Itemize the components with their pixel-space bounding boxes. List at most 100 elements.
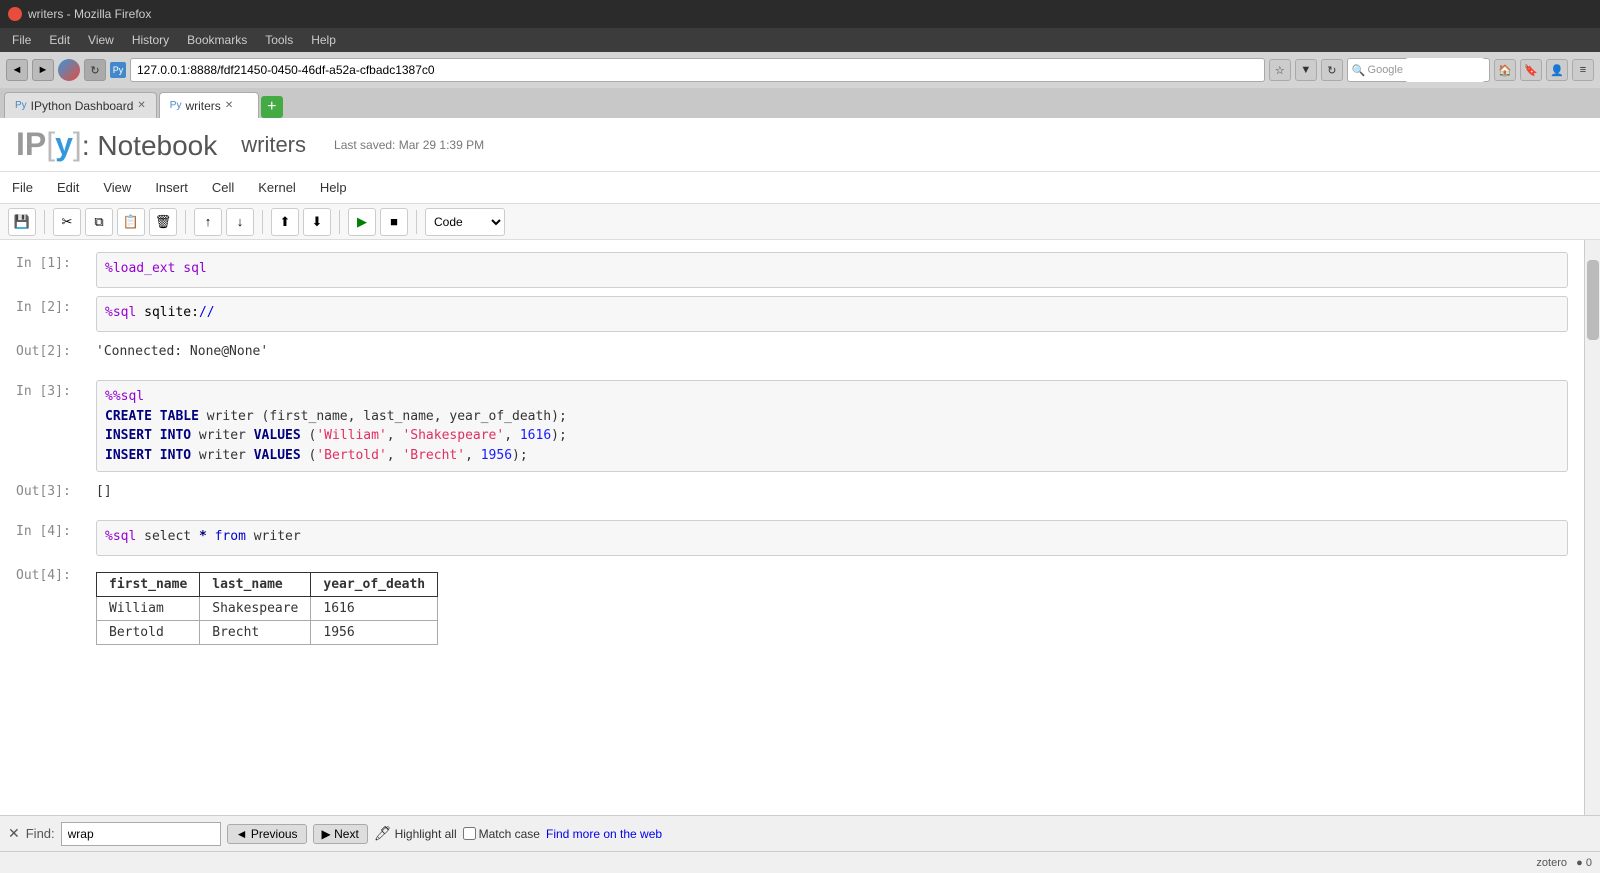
find-input[interactable] [61, 822, 221, 846]
stop-reload-button[interactable]: ↻ [84, 59, 106, 81]
cell3-s1: 'William' [316, 428, 386, 443]
nb-menu-cell[interactable]: Cell [200, 176, 246, 199]
col-yearofdeath: year_of_death [311, 573, 438, 597]
zotero-status: zotero ● 0 [1536, 857, 1592, 869]
cell3-c4: , [465, 448, 481, 463]
bookmark-list[interactable]: ▼ [1295, 59, 1317, 81]
cell3-values1: VALUES [254, 428, 301, 443]
menu-view[interactable]: View [80, 31, 122, 49]
cell2-url: // [199, 305, 215, 320]
insert-below-button[interactable]: ⬇ [303, 208, 331, 236]
highlight-all-button[interactable]: 🖊 Highlight all [374, 825, 457, 842]
interrupt-button[interactable]: ■ [380, 208, 408, 236]
cell3-create: CREATE TABLE [105, 409, 199, 424]
back-button[interactable]: ◄ [6, 59, 28, 81]
menu-history[interactable]: History [124, 31, 177, 49]
cell3-v1b: ); [551, 428, 567, 443]
menu-bookmarks[interactable]: Bookmarks [179, 31, 255, 49]
menu-file[interactable]: File [4, 31, 39, 49]
match-case-checkbox[interactable] [463, 827, 476, 840]
move-down-button[interactable]: ↓ [226, 208, 254, 236]
cell-label-out3: Out[3]: [16, 480, 96, 499]
cell-input-4[interactable]: %sql select * from writer [96, 520, 1568, 556]
tab-close-dashboard[interactable]: ✕ [137, 100, 145, 111]
cell-row-out2: Out[2]: 'Connected: None@None' [0, 336, 1584, 376]
cell1-magic: %load_ext sql [105, 261, 207, 276]
nb-menu-file[interactable]: File [0, 176, 45, 199]
insert-above-button[interactable]: ⬆ [271, 208, 299, 236]
cell-row-4: In [4]: %sql select * from writer [0, 516, 1584, 560]
title-bar: writers - Mozilla Firefox [0, 0, 1600, 28]
toolbar-icon-2[interactable]: 👤 [1546, 59, 1568, 81]
cell3-n1: 1616 [520, 428, 551, 443]
menu-tools[interactable]: Tools [257, 31, 301, 49]
cell-type-select[interactable]: Code [425, 208, 505, 236]
cell-row-1: In [1]: %load_ext sql [0, 248, 1584, 292]
nb-menu-edit[interactable]: Edit [45, 176, 91, 199]
notebook-menu: File Edit View Insert Cell Kernel Help [0, 172, 1600, 204]
forward-button[interactable]: ► [32, 59, 54, 81]
window-close-button[interactable] [8, 7, 22, 21]
cell3-tbl: writer (first_name, last_name, year_of_d… [207, 409, 567, 424]
find-next-button[interactable]: ▶ Next [313, 824, 368, 844]
move-up-button[interactable]: ↑ [194, 208, 222, 236]
nb-menu-view[interactable]: View [91, 176, 143, 199]
paste-button[interactable]: 📋 [117, 208, 145, 236]
scroll-thumb[interactable] [1587, 260, 1599, 340]
col-lastname: last_name [200, 573, 311, 597]
copy-button[interactable]: ⧉ [85, 208, 113, 236]
find-previous-button[interactable]: ◄ Previous [227, 824, 307, 844]
notebook-logo: IP[y]: Notebook [16, 126, 217, 163]
td-firstname-2: Bertold [97, 621, 200, 645]
toolbar-icon-1[interactable]: 🔖 [1520, 59, 1542, 81]
run-button[interactable]: ▶ [348, 208, 376, 236]
table-row-1: William Shakespeare 1616 [97, 597, 438, 621]
cell4-from-kw: from [215, 529, 246, 544]
tab-writers[interactable]: Py writers ✕ [159, 92, 259, 118]
highlight-icon: 🖊 [374, 825, 392, 842]
more-button[interactable]: ≡ [1572, 59, 1594, 81]
td-lastname-2: Brecht [200, 621, 311, 645]
find-more-link[interactable]: Find more on the web [546, 827, 662, 841]
td-year-1: 1616 [311, 597, 438, 621]
cell2-space: sqlite: [144, 305, 199, 320]
notebook-toolbar: 💾 ✂ ⧉ 📋 🗑 ↑ ↓ ⬆ ⬇ ▶ ■ Code [0, 204, 1600, 240]
nb-menu-help[interactable]: Help [308, 176, 359, 199]
browser-search-input[interactable] [1405, 58, 1485, 82]
nb-menu-insert[interactable]: Insert [143, 176, 200, 199]
address-input[interactable] [130, 58, 1265, 82]
save-button[interactable]: 💾 [8, 208, 36, 236]
cell2-magic1: %sql [105, 305, 136, 320]
output-table: first_name last_name year_of_death Willi… [96, 572, 438, 645]
cell-input-2[interactable]: %sql sqlite:// [96, 296, 1568, 332]
match-case-label[interactable]: Match case [463, 827, 540, 841]
cell3-insert2: INSERT INTO [105, 448, 191, 463]
cell3-n2: 1956 [481, 448, 512, 463]
find-label: Find: [26, 826, 55, 841]
new-tab-button[interactable]: + [261, 96, 283, 118]
tab-dashboard[interactable]: Py IPython Dashboard ✕ [4, 92, 157, 118]
delete-button[interactable]: 🗑 [149, 208, 177, 236]
window-title: writers - Mozilla Firefox [28, 7, 151, 21]
td-year-2: 1956 [311, 621, 438, 645]
cell-input-3[interactable]: %%sql CREATE TABLE writer (first_name, l… [96, 380, 1568, 472]
cell-label-out4: Out[4]: [16, 564, 96, 583]
cell4-magic: %sql [105, 529, 136, 544]
scrollbar[interactable] [1584, 240, 1600, 815]
nb-menu-kernel[interactable]: Kernel [246, 176, 308, 199]
find-bar: ✕ Find: ◄ Previous ▶ Next 🖊 Highlight al… [0, 815, 1600, 851]
home-button[interactable]: 🏠 [1494, 59, 1516, 81]
find-close-button[interactable]: ✕ [8, 825, 20, 842]
tab-close-writers[interactable]: ✕ [225, 100, 233, 111]
cell3-into1: writer [199, 428, 254, 443]
cell-row-out3: Out[3]: [] [0, 476, 1584, 516]
cell-input-1[interactable]: %load_ext sql [96, 252, 1568, 288]
menu-help[interactable]: Help [303, 31, 344, 49]
cut-button[interactable]: ✂ [53, 208, 81, 236]
reload-button[interactable]: ↻ [1321, 59, 1343, 81]
menu-edit[interactable]: Edit [41, 31, 78, 49]
cell3-c3: , [387, 448, 403, 463]
cell-label-in3: In [3]: [16, 380, 96, 399]
cell3-values2: VALUES [254, 448, 301, 463]
bookmark-star[interactable]: ☆ [1269, 59, 1291, 81]
